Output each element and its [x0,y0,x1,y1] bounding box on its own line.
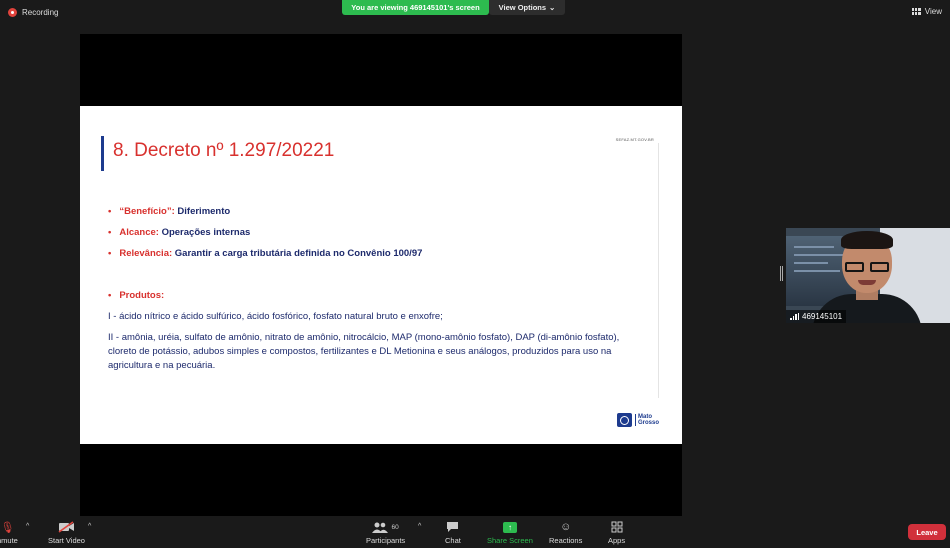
apps-label: Apps [608,536,626,545]
participant-name: 469145101 [802,312,843,321]
view-options-button[interactable]: View Options ⌄ [489,0,565,15]
participants-button[interactable]: 60 Participants [366,520,405,545]
share-screen-label: Share Screen [487,536,533,545]
recording-indicator[interactable]: Recording [8,8,58,17]
chat-button[interactable]: Chat [445,520,461,545]
products-paragraph-2: II - amônia, uréia, sulfato de amônio, n… [108,332,620,371]
slide-site-label: SEFAZ.MT.GOV.BR [615,137,654,142]
view-label: View [924,7,942,16]
participants-icon: 60 [372,520,399,534]
microphone-muted-icon: 🎙 [0,521,15,534]
video-off-icon [58,520,75,534]
bullet-relevancia: • Relevância: Garantir a carga tributári… [108,248,423,259]
apps-button[interactable]: Apps [608,520,625,545]
recording-icon [8,8,17,17]
reactions-label: Reactions [549,536,583,545]
signal-strength-icon [790,313,799,320]
shared-screen: 8. Decreto nº 1.297/20221 SEFAZ.MT.GOV.B… [80,34,682,516]
apps-icon [611,520,623,534]
chat-bubble-icon [446,520,459,534]
participants-count: 60 [391,523,399,531]
view-button[interactable]: View [911,7,942,16]
bullet-produtos: • Produtos: [108,290,165,301]
participant-video[interactable]: 469145101 [786,228,950,323]
start-video-button[interactable]: Start Video [48,520,85,545]
state-seal-icon [617,413,632,427]
chat-label: Chat [445,536,461,545]
chevron-down-icon: ⌄ [549,3,556,12]
title-accent-bar [101,136,104,171]
share-screen-button[interactable]: ↑ Share Screen [487,520,533,545]
participant-name-tag: 469145101 [786,310,847,323]
viewing-banner: You are viewing 469145101's screen [342,0,489,15]
reactions-button[interactable]: ☺ Reactions [549,520,582,545]
drag-handle[interactable] [780,266,783,281]
slide-divider [658,143,659,398]
audio-options-caret-icon[interactable]: ^ [26,523,29,530]
products-paragraph-1: I - ácido nítrico e ácido sulfúrico, áci… [108,311,443,322]
video-options-caret-icon[interactable]: ^ [88,523,91,530]
presentation-slide: 8. Decreto nº 1.297/20221 SEFAZ.MT.GOV.B… [80,106,682,444]
bullet-alcance: • Alcance: Operações internas [108,227,251,238]
recording-label: Recording [22,8,59,17]
bullet-beneficio: • “Benefício”: Diferimento [108,206,231,217]
participants-options-caret-icon[interactable]: ^ [418,523,421,530]
view-options-label: View Options [498,3,547,12]
meeting-toolbar: 🎙 nmute ^ Start Video ^ 60 Participants … [0,516,950,548]
grid-view-icon [911,8,921,15]
unmute-label: nmute [0,536,18,545]
slide-title: 8. Decreto nº 1.297/20221 [113,140,335,161]
participants-label: Participants [366,536,406,545]
share-screen-icon: ↑ [502,521,517,533]
leave-button[interactable]: Leave [908,524,946,540]
unmute-button[interactable]: 🎙 nmute [0,520,18,546]
mato-grosso-logo: Mato Grosso [602,413,659,427]
smiley-add-icon: ☺ [560,521,572,533]
start-video-label: Start Video [48,536,85,545]
